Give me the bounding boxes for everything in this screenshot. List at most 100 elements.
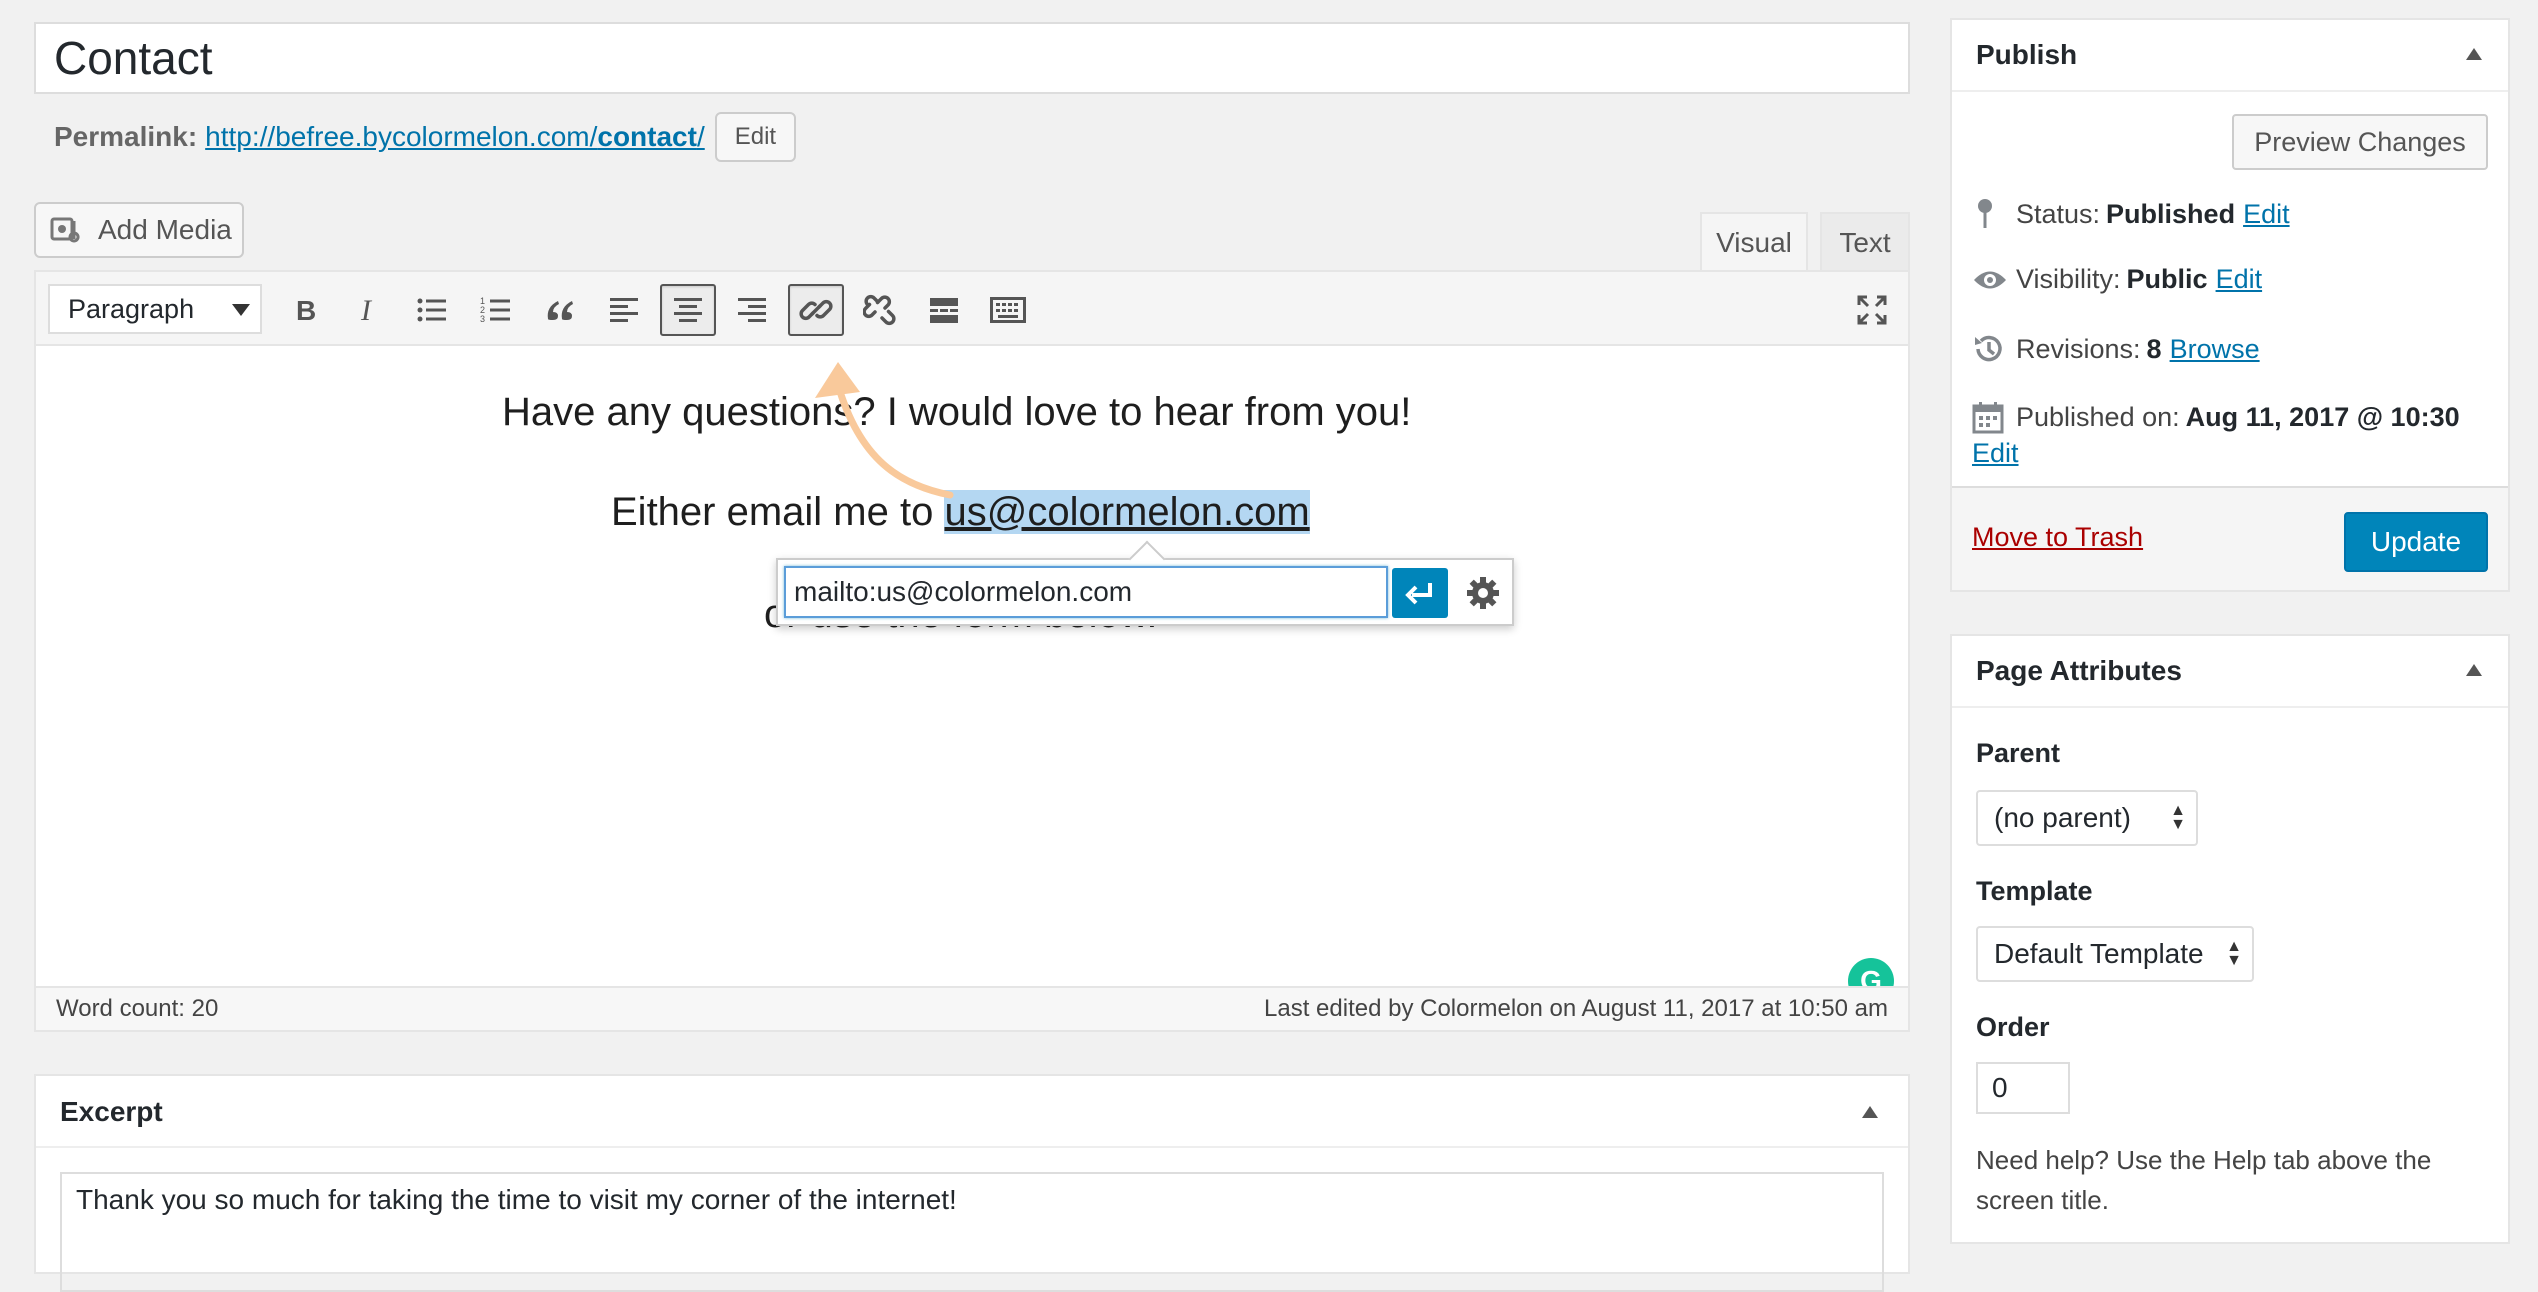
publish-box: Publish Preview Changes Status: Publishe…	[1950, 18, 2510, 592]
permalink-slug: contact	[597, 121, 697, 152]
status-value: Published	[2106, 198, 2236, 229]
status-edit-link[interactable]: Edit	[2243, 199, 2290, 230]
visibility-row: Visibility: Public Edit	[1972, 264, 2262, 295]
select-arrows-icon: ▲ ▼	[2170, 802, 2186, 833]
email-link[interactable]: us@colormelon.com	[944, 490, 1310, 534]
pin-icon	[1972, 196, 2016, 232]
editor-content[interactable]: Have any questions? I would love to hear…	[36, 346, 1908, 1004]
insert-link-button[interactable]	[788, 284, 844, 336]
align-center-button[interactable]	[660, 284, 716, 336]
permalink: Permalink: http://befree.bycolormelon.co…	[54, 112, 797, 162]
tab-visual[interactable]: Visual	[1700, 212, 1808, 272]
editor-toolbar: Paragraph B I 1 2 3	[36, 272, 1908, 346]
revisions-label: Revisions:	[2016, 333, 2141, 364]
status-label: Status:	[2016, 198, 2101, 229]
template-label: Template	[1976, 876, 2093, 906]
bold-button[interactable]: B	[276, 284, 332, 336]
align-left-icon	[610, 298, 638, 322]
tab-text[interactable]: Text	[1820, 212, 1910, 272]
revisions-row: Revisions: 8 Browse	[1972, 332, 2260, 366]
visibility-edit-link[interactable]: Edit	[2216, 264, 2263, 295]
update-button[interactable]: Update	[2344, 512, 2488, 572]
page-attributes-title: Page Attributes	[1976, 655, 2182, 686]
last-edited: Last edited by Colormelon on August 11, …	[1264, 995, 1888, 1022]
unlink-icon	[863, 294, 896, 326]
numbered-list-button[interactable]: 1 2 3	[468, 284, 524, 336]
revisions-value: 8	[2146, 333, 2162, 364]
link-settings-button[interactable]	[1460, 570, 1506, 616]
page-attributes-header[interactable]: Page Attributes	[1952, 636, 2508, 708]
parent-label: Parent	[1976, 738, 2061, 768]
select-arrows-icon: ▲ ▼	[2226, 938, 2242, 969]
bullet-list-icon	[417, 298, 446, 322]
move-to-trash-link[interactable]: Move to Trash	[1972, 522, 2143, 553]
publish-actions: Move to Trash Update	[1952, 486, 2508, 590]
order-label: Order	[1976, 1012, 2050, 1042]
published-value: Aug 11, 2017 @ 10:30	[2185, 401, 2460, 432]
content-line-2: Either email me to us@colormelon.com	[611, 490, 1310, 535]
publish-title: Publish	[1976, 39, 2078, 70]
parent-select[interactable]: (no parent) ▲ ▼	[1976, 790, 2198, 846]
toolbar-toggle-button[interactable]	[980, 284, 1036, 336]
media-icon	[50, 217, 80, 243]
link-apply-button[interactable]	[1392, 568, 1448, 618]
italic-button[interactable]: I	[340, 284, 396, 336]
quote-icon	[547, 301, 573, 320]
visibility-label: Visibility:	[2016, 264, 2121, 294]
status-row: Status: Published Edit	[1972, 196, 2290, 232]
gear-icon	[1467, 577, 1499, 609]
history-icon	[1972, 332, 2016, 366]
format-select-value: Paragraph	[68, 293, 195, 324]
add-media-button[interactable]: Add Media	[34, 202, 244, 258]
title-input[interactable]: Contact	[34, 22, 1910, 94]
page-attributes-toggle-icon[interactable]	[2466, 664, 2482, 676]
permalink-edit-button[interactable]: Edit	[714, 112, 797, 162]
svg-text:I: I	[360, 295, 373, 325]
annotation-arrow-icon	[815, 362, 954, 499]
excerpt-textarea[interactable]: Thank you so much for taking the time to…	[60, 1172, 1884, 1292]
permalink-label: Permalink:	[54, 121, 198, 152]
revisions-browse-link[interactable]: Browse	[2170, 334, 2260, 365]
read-more-icon	[930, 298, 958, 323]
permalink-base: http://befree.bycolormelon.com/	[205, 121, 598, 152]
publish-toggle-icon[interactable]	[2466, 48, 2482, 60]
published-label: Published on:	[2016, 401, 2180, 432]
fullscreen-button[interactable]	[1844, 284, 1900, 336]
order-input[interactable]: 0	[1976, 1062, 2070, 1114]
keyboard-icon	[990, 297, 1026, 323]
word-count: Word count: 20	[56, 995, 219, 1022]
preview-changes-button[interactable]: Preview Changes	[2232, 114, 2488, 170]
excerpt-title: Excerpt	[36, 1076, 1908, 1148]
link-url-input[interactable]: mailto:us@colormelon.com	[784, 566, 1388, 618]
blockquote-button[interactable]	[532, 284, 588, 336]
fullscreen-icon	[1857, 295, 1887, 325]
permalink-tail: /	[696, 121, 705, 152]
permalink-link[interactable]: http://befree.bycolormelon.com/contact/	[205, 121, 705, 153]
chevron-down-icon	[232, 304, 250, 316]
numbered-list-icon: 1 2 3	[480, 296, 510, 324]
link-icon	[799, 299, 833, 321]
bold-icon: B	[296, 295, 316, 325]
format-select[interactable]: Paragraph	[48, 284, 262, 334]
published-row: Published on: Aug 11, 2017 @ 10:30	[1972, 400, 2468, 434]
bullet-list-button[interactable]	[404, 284, 460, 336]
published-edit-link[interactable]: Edit	[1972, 438, 2019, 469]
add-media-label: Add Media	[98, 214, 232, 245]
read-more-button[interactable]	[916, 284, 972, 336]
template-select[interactable]: Default Template ▲ ▼	[1976, 926, 2254, 982]
align-right-icon	[738, 298, 766, 322]
align-right-button[interactable]	[724, 284, 780, 336]
publish-header[interactable]: Publish	[1952, 20, 2508, 92]
align-left-button[interactable]	[596, 284, 652, 336]
svg-text:3: 3	[480, 314, 485, 324]
page-attributes-box: Page Attributes Parent (no parent) ▲ ▼ Te…	[1950, 634, 2510, 1244]
editor: Paragraph B I 1 2 3 Have any questions? …	[34, 270, 1910, 1032]
remove-link-button[interactable]	[852, 284, 908, 336]
calendar-icon	[1972, 400, 2016, 434]
editor-status-bar: Word count: 20 Last edited by Colormelon…	[36, 986, 1908, 1030]
link-popover: mailto:us@colormelon.com	[776, 558, 1514, 626]
excerpt-toggle-icon[interactable]	[1862, 1106, 1878, 1118]
visibility-value: Public	[2126, 264, 2208, 294]
align-center-icon	[674, 298, 702, 322]
eye-icon	[1972, 267, 2016, 293]
